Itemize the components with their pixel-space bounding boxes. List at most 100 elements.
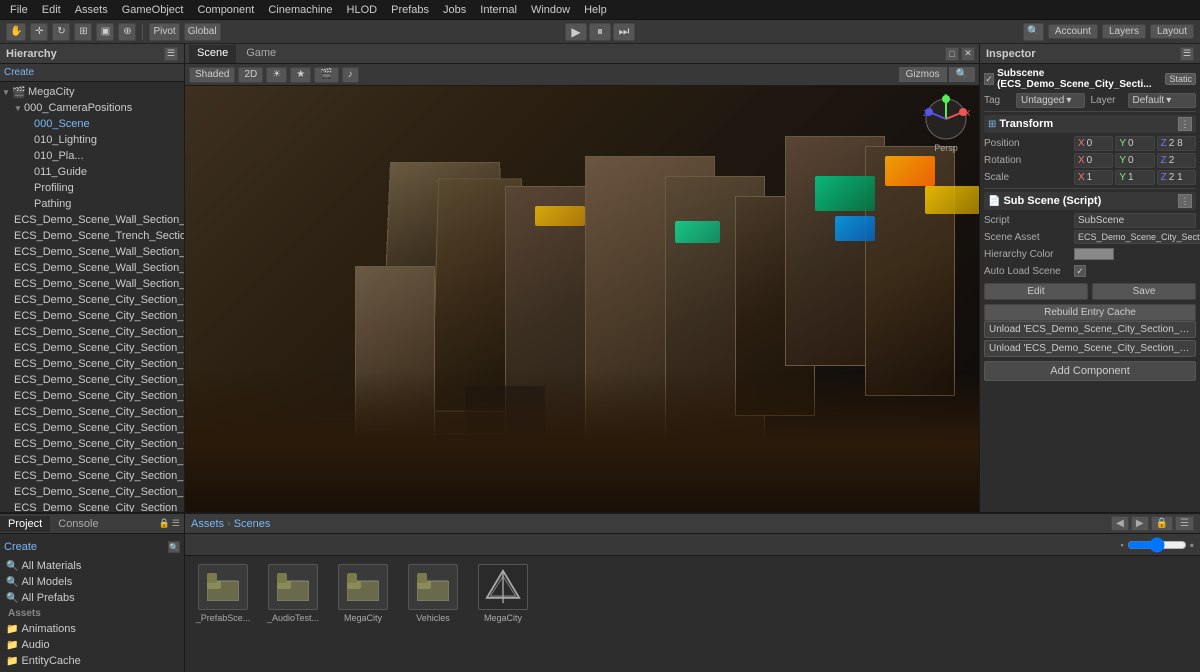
hierarchy-menu-btn[interactable]: ☰ — [164, 47, 178, 61]
layers-btn[interactable]: Layers — [1102, 24, 1146, 39]
edit-btn[interactable]: Edit — [984, 283, 1088, 300]
hand-tool-btn[interactable]: ✋ — [6, 23, 26, 41]
hier-item-18[interactable]: ECS_Demo_Scene_City_Section_06 — [0, 388, 184, 404]
hier-item-23[interactable]: ECS_Demo_Scene_City_Section_11 — [0, 468, 184, 484]
asset-left-btn[interactable]: ◀ — [1111, 516, 1129, 531]
transform-section[interactable]: ⊞ Transform ⋮ — [984, 115, 1196, 133]
close-scene-btn[interactable]: ✕ — [961, 47, 975, 61]
asset-item-3[interactable]: Vehicles — [403, 564, 463, 623]
asset-item-1[interactable]: _AudioTest... — [263, 564, 323, 623]
hier-item-16[interactable]: ECS_Demo_Scene_City_Section_04 — [0, 356, 184, 372]
pivot-btn[interactable]: Pivot — [149, 23, 179, 41]
folder-item-0[interactable]: 📁Animations — [4, 621, 180, 637]
asset-item-0[interactable]: _PrefabSce... — [193, 564, 253, 623]
tag-dropdown[interactable]: Untagged ▾ — [1016, 93, 1085, 108]
scene-filter-btn[interactable]: 🎬 — [314, 67, 338, 83]
hierarchy-color-picker[interactable] — [1074, 248, 1114, 260]
hier-item-3[interactable]: 010_Pla... — [0, 148, 184, 164]
pause-btn[interactable]: ⏸ — [589, 23, 611, 41]
unload-btn-2[interactable]: Unload 'ECS_Demo_Scene_City_Section_24' … — [984, 340, 1196, 357]
inspector-menu-btn[interactable]: ☰ — [1180, 47, 1194, 61]
asset-menu-btn[interactable]: ☰ — [1175, 516, 1194, 531]
menu-file[interactable]: File — [4, 2, 34, 18]
menu-help[interactable]: Help — [578, 2, 613, 18]
asset-lock-btn[interactable]: 🔒 — [1151, 516, 1173, 531]
breadcrumb-assets[interactable]: Assets — [191, 518, 224, 530]
hier-item-4[interactable]: 011_Guide — [0, 164, 184, 180]
hier-item-6[interactable]: Pathing — [0, 196, 184, 212]
rotate-tool-btn[interactable]: ↻ — [52, 23, 70, 41]
pos-y-field[interactable]: Y 0 — [1115, 136, 1154, 151]
folder-item-2[interactable]: 📁EntityCache — [4, 653, 180, 669]
maximize-btn[interactable]: □ — [945, 47, 959, 61]
hier-item-19[interactable]: ECS_Demo_Scene_City_Section_07 — [0, 404, 184, 420]
asset-item-2[interactable]: MegaCity — [333, 564, 393, 623]
hier-item-15[interactable]: ECS_Demo_Scene_City_Section_03 — [0, 340, 184, 356]
hier-item-8[interactable]: ECS_Demo_Scene_Trench_Section_0 — [0, 228, 184, 244]
hier-item-17[interactable]: ECS_Demo_Scene_City_Section_05 — [0, 372, 184, 388]
search-vp-btn[interactable]: 🔍 — [949, 67, 975, 82]
hier-item-5[interactable]: Profiling — [0, 180, 184, 196]
static-badge[interactable]: Static — [1165, 73, 1196, 85]
menu-jobs[interactable]: Jobs — [437, 2, 472, 18]
hier-item-13[interactable]: ECS_Demo_Scene_City_Section_01 — [0, 308, 184, 324]
menu-edit[interactable]: Edit — [36, 2, 67, 18]
asset-right-btn[interactable]: ▶ — [1131, 516, 1149, 531]
menu-assets[interactable]: Assets — [69, 2, 114, 18]
icon-size-slider[interactable] — [1127, 541, 1187, 549]
lighting-btn[interactable]: ☀ — [266, 67, 287, 83]
hier-item-14[interactable]: ECS_Demo_Scene_City_Section_02 — [0, 324, 184, 340]
rot-x-field[interactable]: X 0 — [1074, 153, 1113, 168]
menu-hlod[interactable]: HLOD — [341, 2, 384, 18]
breadcrumb-scenes[interactable]: Scenes — [234, 518, 271, 530]
hier-item-0[interactable]: ▼000_CameraPositions — [0, 100, 184, 116]
search-project-btn[interactable]: 🔍 — [168, 541, 180, 553]
tab-game[interactable]: Game — [238, 45, 284, 63]
scale-z-field[interactable]: Z 2 1 — [1157, 170, 1196, 185]
tab-project[interactable]: Project — [0, 516, 50, 532]
subscene-section[interactable]: 📄 Sub Scene (Script) ⋮ — [984, 192, 1196, 210]
hier-item-20[interactable]: ECS_Demo_Scene_City_Section_08 — [0, 420, 184, 436]
hier-item-25[interactable]: ECS_Demo_Scene_City_Section_13 — [0, 500, 184, 512]
pos-x-field[interactable]: X 0 — [1074, 136, 1113, 151]
create-btn[interactable]: Create — [4, 541, 37, 553]
account-btn[interactable]: Account — [1048, 24, 1098, 39]
layout-btn[interactable]: Layout — [1150, 24, 1194, 39]
fx-btn[interactable]: ★ — [290, 67, 311, 83]
scale-y-field[interactable]: Y 1 — [1115, 170, 1154, 185]
subscene-settings-icon[interactable]: ⋮ — [1178, 194, 1192, 208]
rebuild-cache-btn[interactable]: Rebuild Entry Cache — [984, 304, 1196, 321]
asset-item-4[interactable]: MegaCity — [473, 564, 533, 623]
step-btn[interactable]: ⏭ — [613, 23, 635, 41]
pos-z-field[interactable]: Z 2 8 — [1157, 136, 1196, 151]
rot-z-field[interactable]: Z 2 — [1157, 153, 1196, 168]
tab-scene[interactable]: Scene — [189, 45, 236, 63]
menu-component[interactable]: Component — [191, 2, 260, 18]
search-item-0[interactable]: 🔍All Materials — [4, 558, 180, 574]
scene-asset-value[interactable]: ECS_Demo_Scene_City_Section_... — [1074, 230, 1200, 244]
save-btn[interactable]: Save — [1092, 283, 1196, 300]
menu-prefabs[interactable]: Prefabs — [385, 2, 435, 18]
gizmo-widget[interactable]: X Y Z Persp — [921, 94, 971, 144]
scale-x-field[interactable]: X 1 — [1074, 170, 1113, 185]
hier-item-2[interactable]: 010_Lighting — [0, 132, 184, 148]
gizmos-btn[interactable]: Gizmos — [899, 67, 947, 82]
search-item-1[interactable]: 🔍All Models — [4, 574, 180, 590]
hier-root[interactable]: ▼ 🎬 MegaCity — [0, 84, 184, 100]
play-btn[interactable]: ▶ — [565, 23, 587, 41]
hier-item-12[interactable]: ECS_Demo_Scene_City_Section_00 — [0, 292, 184, 308]
scale-tool-btn[interactable]: ⊞ — [74, 23, 92, 41]
create-label[interactable]: Create — [4, 67, 34, 78]
search-icon-btn[interactable]: 🔍 — [1023, 23, 1043, 41]
shaded-btn[interactable]: Shaded — [189, 67, 235, 83]
2d-btn[interactable]: 2D — [238, 67, 263, 83]
scene-canvas[interactable]: X Y Z Persp — [185, 86, 979, 512]
unload-btn-1[interactable]: Unload 'ECS_Demo_Scene_City_Section_24' — [984, 321, 1196, 338]
hier-item-24[interactable]: ECS_Demo_Scene_City_Section_12 — [0, 484, 184, 500]
layer-dropdown[interactable]: Default ▾ — [1128, 93, 1197, 108]
folder-item-1[interactable]: 📁Audio — [4, 637, 180, 653]
hier-item-11[interactable]: ECS_Demo_Scene_Wall_Section_03 — [0, 276, 184, 292]
menu-cinemachine[interactable]: Cinemachine — [262, 2, 338, 18]
hier-item-1[interactable]: 000_Scene — [0, 116, 184, 132]
hier-item-21[interactable]: ECS_Demo_Scene_City_Section_09 — [0, 436, 184, 452]
